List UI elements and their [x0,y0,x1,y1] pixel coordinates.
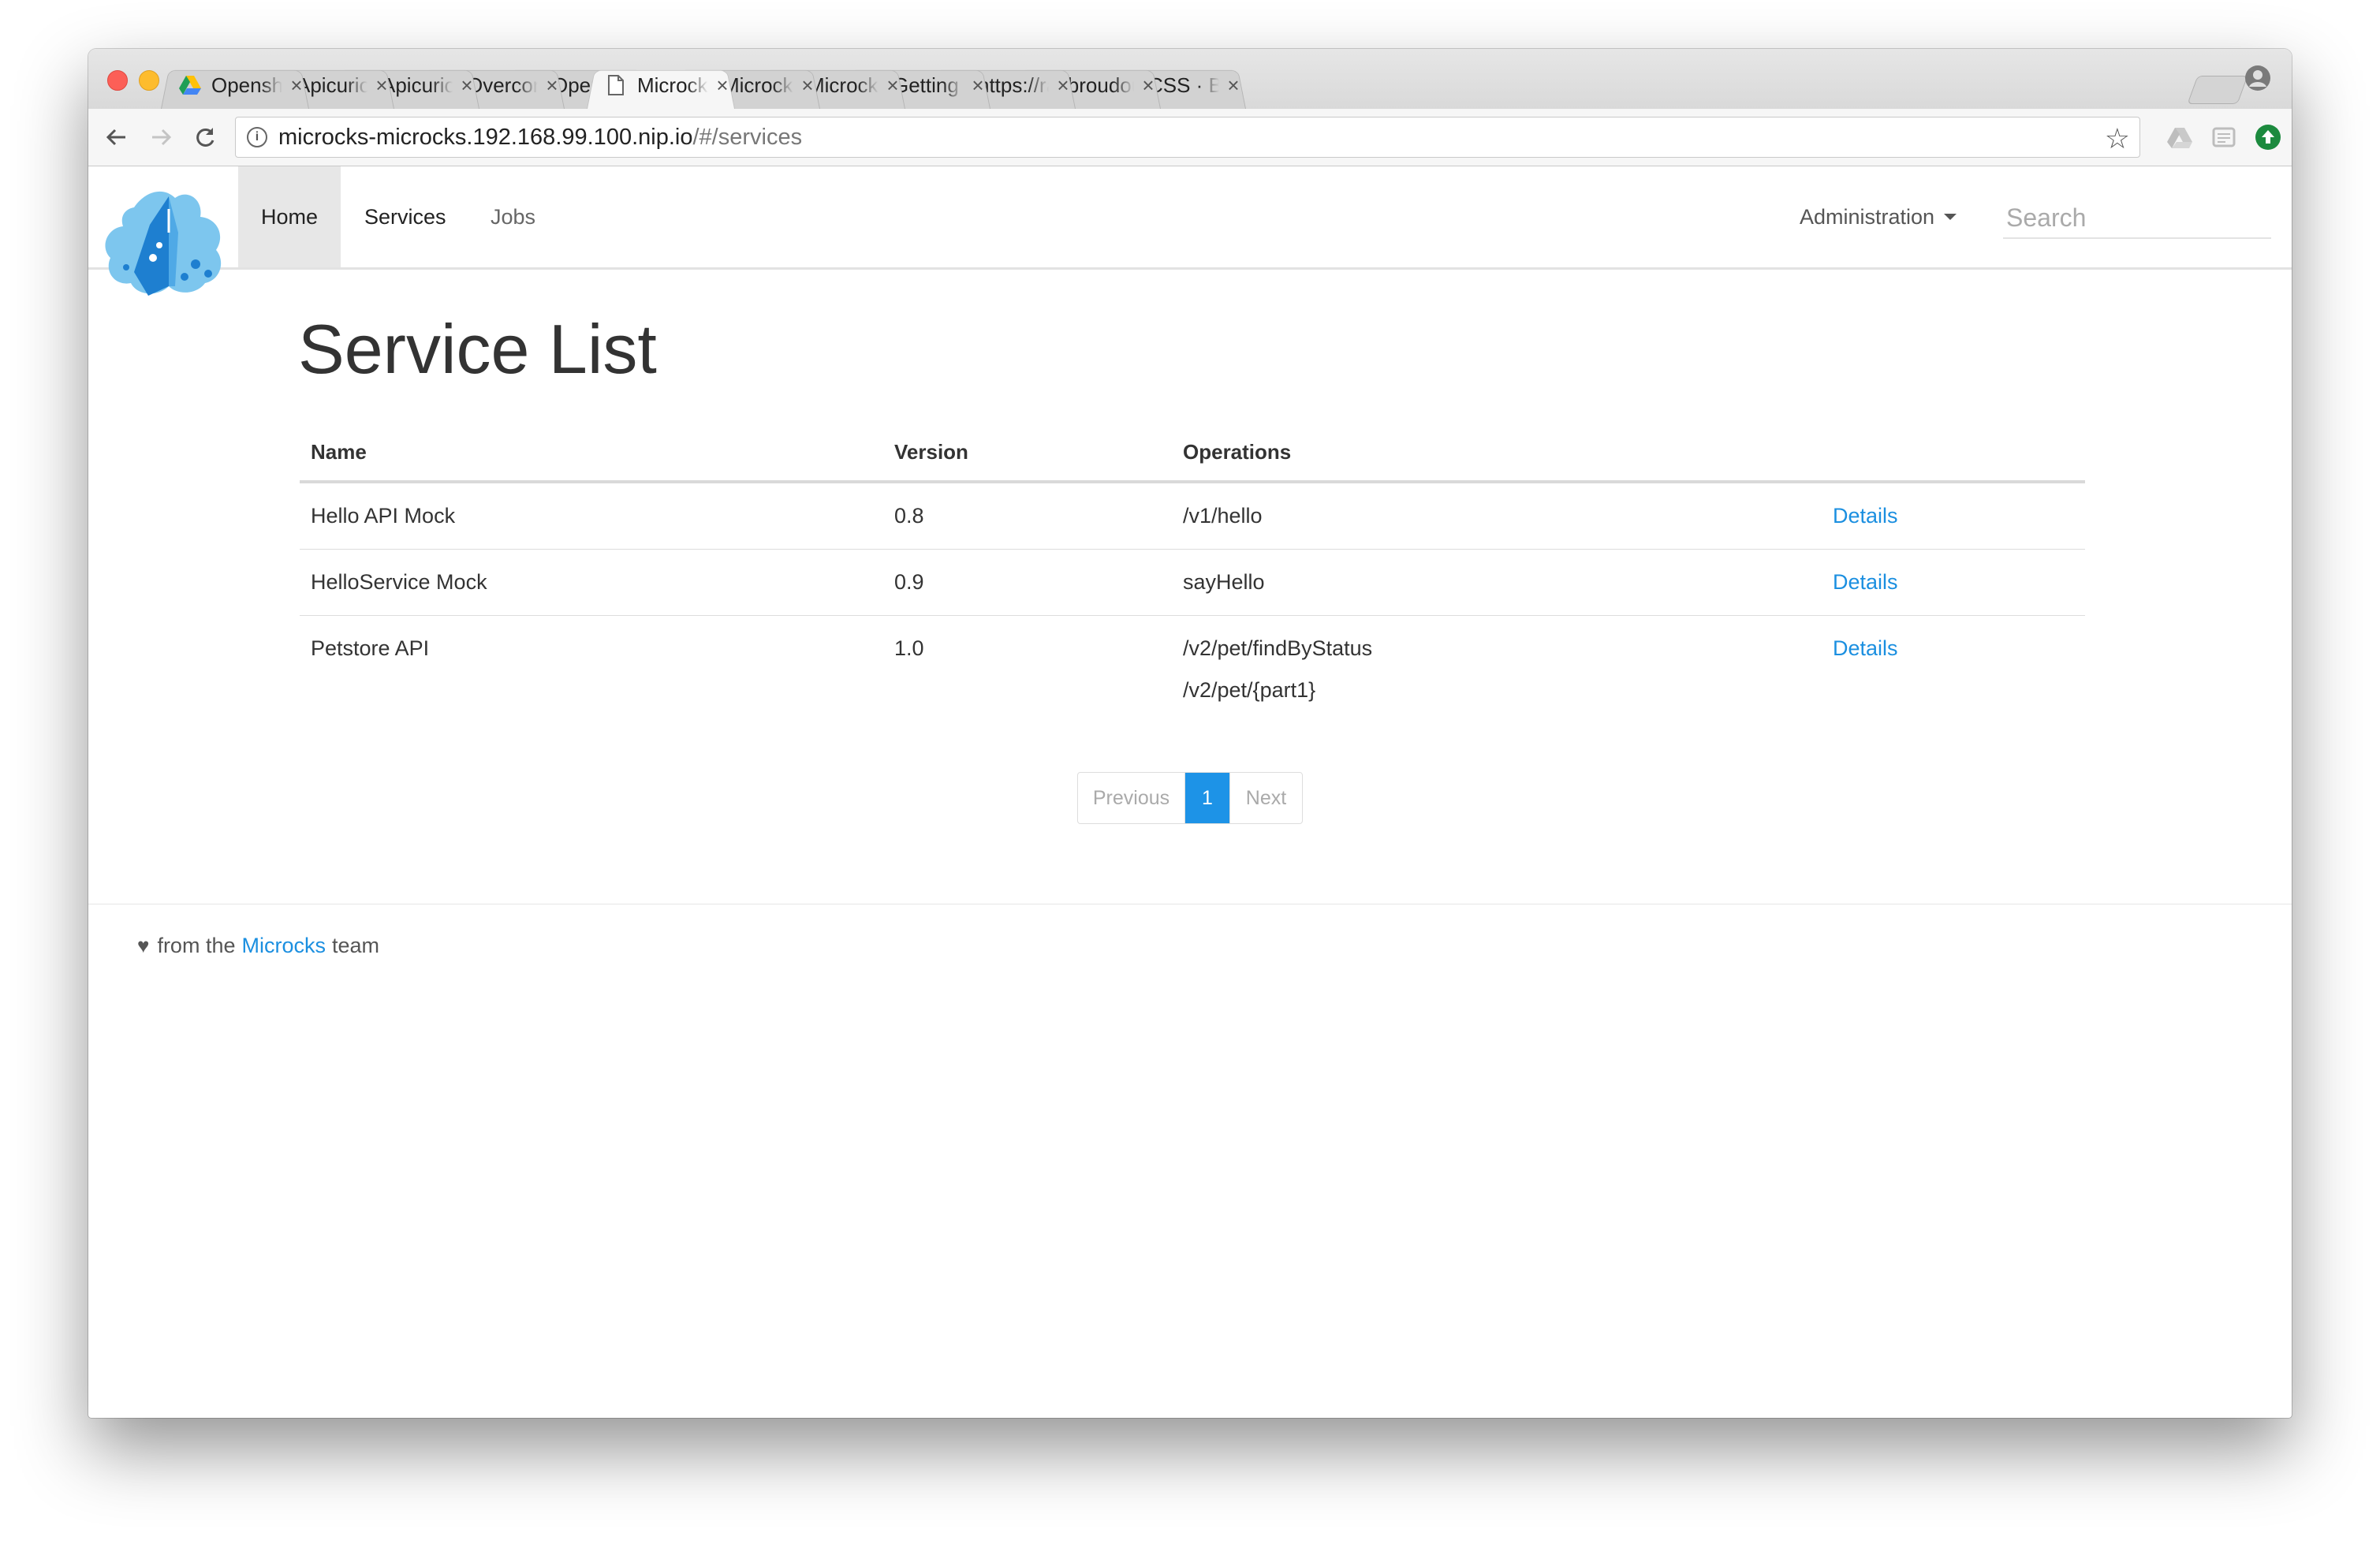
drive-extension-icon[interactable] [2166,123,2194,151]
tab-close-icon[interactable]: × [372,73,391,98]
document-icon [604,73,628,97]
service-operations: sayHello [1172,550,1822,616]
previous-page-button[interactable]: Previous [1078,773,1185,823]
close-window-button[interactable] [107,70,128,91]
browser-tab[interactable]: Microcks× [580,62,741,109]
reload-icon [193,125,217,149]
footer-prefix: from the [157,934,235,958]
operation: /v1/hello [1183,504,1809,528]
caret-down-icon [1944,214,1957,220]
tab-close-icon[interactable]: × [1139,73,1158,98]
operation: /v2/pet/{part1} [1183,678,1809,703]
tab-close-icon[interactable]: × [1224,73,1243,98]
service-actions: Details [1822,482,2085,550]
tab-close-icon[interactable]: × [287,73,306,98]
nav-home[interactable]: Home [238,166,341,267]
new-tab-button[interactable] [2187,76,2248,104]
google-drive-icon [178,73,202,97]
microcks-logo[interactable] [103,185,233,302]
operation: sayHello [1183,570,1809,595]
app-navbar: Home Services Jobs Administration [88,166,2292,270]
administration-dropdown[interactable]: Administration [1800,166,1957,267]
tab-close-icon[interactable]: × [543,73,561,98]
browser-toolbar: i microcks-microcks.192.168.99.100.nip.i… [88,109,2292,166]
footer: ♥ from the Microcks team [137,934,379,958]
nav-services[interactable]: Services [364,166,446,267]
back-button[interactable] [103,123,131,151]
operation: /v2/pet/findByStatus [1183,636,1809,661]
column-header-actions [1822,421,2085,482]
services-table: Name Version Operations Hello API Mock 0… [300,421,2085,723]
url-path: /#/services [692,125,802,151]
info-icon[interactable]: i [247,127,267,147]
service-version: 0.8 [883,482,1172,550]
page-title: Service List [298,309,657,390]
reader-extension-icon[interactable] [2210,123,2238,151]
forward-button[interactable] [147,123,175,151]
table-row: Petstore API 1.0 /v2/pet/findByStatus /v… [300,616,2085,724]
tab-close-icon[interactable]: × [883,73,902,98]
column-header-version: Version [883,421,1172,482]
search-input[interactable] [2003,198,2271,239]
next-page-button[interactable]: Next [1229,773,1302,823]
profile-icon[interactable] [2244,65,2271,91]
details-link[interactable]: Details [1833,570,1898,594]
service-actions: Details [1822,616,2085,724]
footer-suffix: team [332,934,379,958]
forward-arrow-icon [149,125,173,149]
pagination: Previous 1 Next [1077,772,1303,824]
bookmark-star-icon[interactable]: ☆ [2105,122,2130,155]
back-arrow-icon [105,125,129,149]
service-operations: /v2/pet/findByStatus /v2/pet/{part1} [1172,616,1822,724]
service-operations: /v1/hello [1172,482,1822,550]
service-version: 1.0 [883,616,1172,724]
administration-label: Administration [1800,205,1934,229]
service-version: 0.9 [883,550,1172,616]
service-name: Hello API Mock [300,482,883,550]
microcks-footer-link[interactable]: Microcks [241,934,326,958]
browser-window: Openshi×Apicurio×Apicurio×Overcom×OpenSh… [88,49,2292,1418]
tab-title: Openshi [211,73,282,98]
address-bar[interactable]: i microcks-microcks.192.168.99.100.nip.i… [235,117,2140,158]
column-header-name: Name [300,421,883,482]
table-row: HelloService Mock 0.9 sayHello Details [300,550,2085,616]
reload-button[interactable] [191,123,219,151]
tab-close-icon[interactable]: × [1054,73,1072,98]
update-extension-icon[interactable] [2254,123,2282,151]
url-host: microcks-microcks.192.168.99.100.nip.io [278,125,692,151]
current-page-button[interactable]: 1 [1185,773,1229,823]
browser-tab[interactable]: Openshi × [155,62,315,109]
tab-strip: Openshi×Apicurio×Apicurio×Overcom×OpenSh… [88,49,2292,109]
details-link[interactable]: Details [1833,504,1898,528]
table-row: Hello API Mock 0.8 /v1/hello Details [300,482,2085,550]
table-header-row: Name Version Operations [300,421,2085,482]
service-name: Petstore API [300,616,883,724]
tab-close-icon[interactable]: × [968,73,987,98]
tab-close-icon[interactable]: × [713,73,732,98]
nav-jobs[interactable]: Jobs [491,166,535,267]
tab-close-icon[interactable]: × [457,73,476,98]
tab-close-icon[interactable]: × [798,73,817,98]
service-actions: Details [1822,550,2085,616]
column-header-operations: Operations [1172,421,1822,482]
service-name: HelloService Mock [300,550,883,616]
details-link[interactable]: Details [1833,636,1898,660]
heart-icon: ♥ [137,934,149,958]
tab-title: Microcks [637,73,708,98]
